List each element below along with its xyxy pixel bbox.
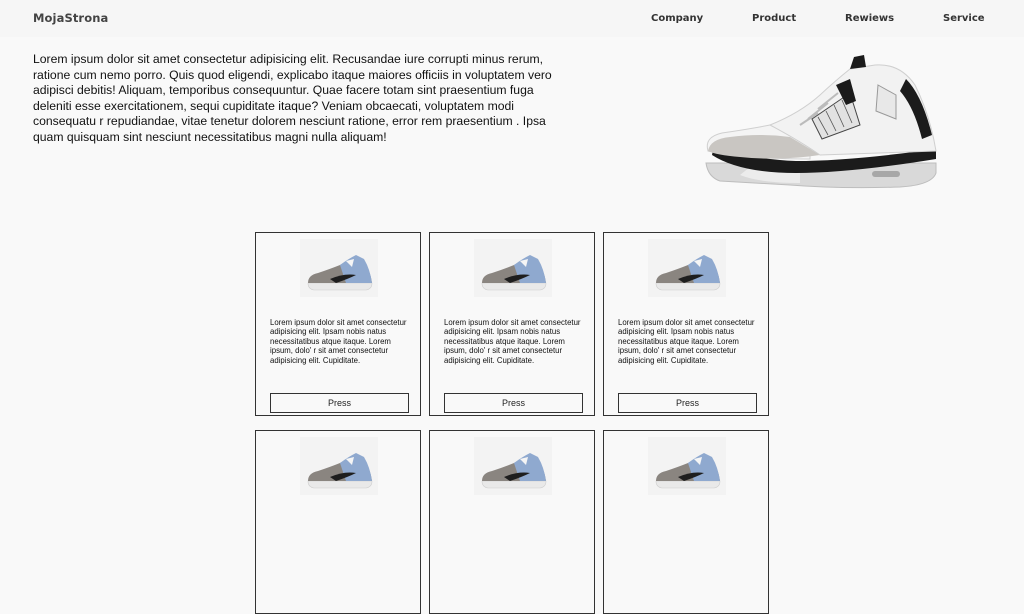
product-image [474,437,552,495]
nav-link-company[interactable]: Company [651,13,703,24]
site-logo[interactable]: MojaStrona [33,11,108,25]
sneaker-icon [481,255,547,291]
sneaker-icon [655,255,721,291]
nav-link-product[interactable]: Product [752,13,796,24]
product-image [300,239,378,297]
product-card [603,430,769,614]
sneaker-icon [481,453,547,489]
hero-sneaker-image [700,55,940,195]
product-card: Lorem ipsum dolor sit amet consectetur a… [255,232,421,416]
product-description: Lorem ipsum dolor sit amet consectetur a… [270,318,407,365]
sneaker-icon [307,255,373,291]
product-card [255,430,421,614]
product-card: Lorem ipsum dolor sit amet consectetur a… [429,232,595,416]
product-description: Lorem ipsum dolor sit amet consectetur a… [444,318,581,365]
product-card: Lorem ipsum dolor sit amet consectetur a… [603,232,769,416]
product-card [429,430,595,614]
product-description: Lorem ipsum dolor sit amet consectetur a… [618,318,755,365]
product-image [474,239,552,297]
sneaker-icon [705,55,937,189]
nav-link-service[interactable]: Service [943,13,985,24]
product-image [648,437,726,495]
product-image [300,437,378,495]
hero-paragraph: Lorem ipsum dolor sit amet consectetur a… [33,52,552,144]
sneaker-icon [307,453,373,489]
nav-link-reviews[interactable]: Rewiews [845,13,894,24]
sneaker-icon [655,453,721,489]
press-button[interactable]: Press [444,393,583,413]
press-button[interactable]: Press [270,393,409,413]
press-button[interactable]: Press [618,393,757,413]
product-image [648,239,726,297]
navbar: MojaStrona Company Product Rewiews Servi… [0,0,1024,37]
